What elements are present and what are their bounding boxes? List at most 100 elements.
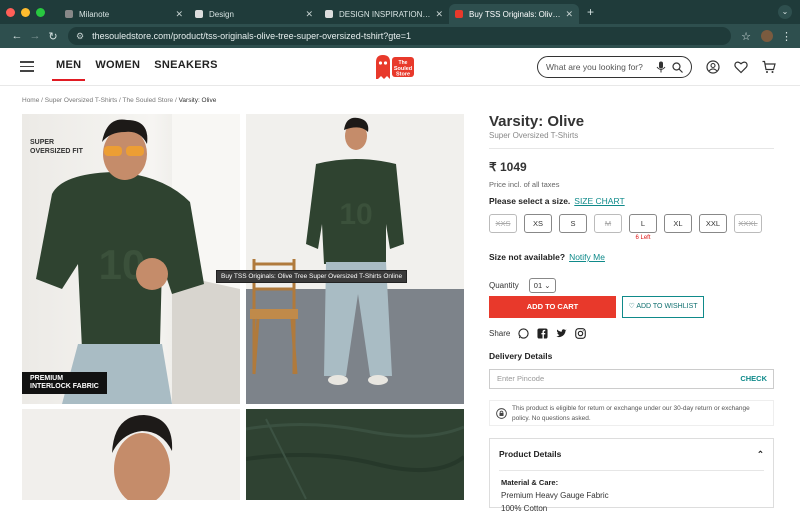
search-placeholder: What are you looking for? bbox=[546, 62, 643, 72]
product-image-3[interactable] bbox=[22, 409, 240, 500]
microphone-icon[interactable] bbox=[656, 61, 666, 73]
nav-men[interactable]: MEN bbox=[51, 59, 86, 81]
product-details-accordion[interactable]: Product Details ⌃ Material & Care: Premiu… bbox=[489, 438, 774, 513]
return-policy-note: This product is eligible for return or e… bbox=[489, 400, 774, 426]
material-label: Material & Care: bbox=[501, 478, 559, 487]
search-icon[interactable] bbox=[672, 61, 683, 73]
model-front-illustration: 10 bbox=[36, 114, 240, 404]
product-image-1[interactable]: 10 SUPER OVERSIZED FIT PREMIUM INTERLOCK… bbox=[22, 114, 240, 404]
main-nav: MEN WOMEN SNEAKERS bbox=[51, 59, 218, 81]
size-xxs[interactable]: XXS bbox=[489, 214, 517, 233]
model-side-illustration bbox=[112, 415, 173, 500]
size-xl[interactable]: XL bbox=[664, 214, 692, 233]
material-value-2: 100% Cotton bbox=[501, 504, 548, 513]
size-l[interactable]: L 6 Left bbox=[629, 214, 657, 241]
product-details-header[interactable]: Product Details ⌃ bbox=[490, 439, 773, 470]
forward-arrow-icon[interactable]: → bbox=[26, 30, 44, 42]
size-xs[interactable]: XS bbox=[524, 214, 552, 233]
size-l-label: L bbox=[640, 219, 646, 228]
hamburger-menu-icon[interactable] bbox=[20, 58, 34, 75]
size-xxl[interactable]: XXL bbox=[699, 214, 727, 233]
souled-store-favicon-icon bbox=[455, 10, 463, 18]
cart-icon[interactable] bbox=[762, 60, 776, 74]
maximize-window-button[interactable] bbox=[36, 7, 45, 17]
wishlist-heart-icon[interactable] bbox=[734, 60, 748, 74]
quantity-select[interactable]: 01 ⌄ bbox=[528, 278, 556, 293]
return-policy-text: This product is eligible for return or e… bbox=[512, 405, 750, 422]
product-details-title: Product Details bbox=[499, 449, 562, 459]
browser-tab[interactable]: Milanote ✕ bbox=[59, 4, 189, 24]
url-field[interactable]: ⚙ thesouledstore.com/product/tss-origina… bbox=[68, 27, 732, 45]
breadcrumb-links[interactable]: Home / Super Oversized T-Shirts / The So… bbox=[22, 97, 179, 104]
svg-text:10: 10 bbox=[339, 198, 372, 231]
close-tab-icon[interactable]: ✕ bbox=[305, 9, 313, 20]
search-input[interactable]: What are you looking for? bbox=[537, 56, 692, 78]
nav-women[interactable]: WOMEN bbox=[95, 59, 140, 75]
notify-me-link[interactable]: Notify Me bbox=[569, 252, 605, 262]
bookmark-star-icon[interactable]: ☆ bbox=[741, 30, 751, 43]
back-arrow-icon[interactable]: ← bbox=[8, 30, 26, 42]
site-settings-icon[interactable]: ⚙ bbox=[76, 31, 84, 42]
share-label: Share bbox=[489, 329, 511, 338]
size-header: Please select a size. SIZE CHART bbox=[489, 196, 625, 206]
notion-favicon-icon bbox=[325, 10, 333, 18]
chevron-down-icon: ⌄ bbox=[544, 281, 551, 290]
facebook-icon[interactable] bbox=[537, 328, 548, 339]
user-account-icon[interactable] bbox=[706, 60, 720, 74]
reload-icon[interactable]: ↻ bbox=[44, 30, 62, 43]
size-s[interactable]: S bbox=[559, 214, 587, 233]
size-prompt: Please select a size. bbox=[489, 196, 571, 206]
heart-icon: ♡ bbox=[628, 303, 635, 310]
site-header: MEN WOMEN SNEAKERS The Souled Store What… bbox=[0, 48, 800, 86]
lock-return-icon bbox=[496, 408, 507, 419]
profile-avatar[interactable] bbox=[761, 30, 773, 42]
browser-tab-active[interactable]: Buy TSS Originals: Olive Tree✕ bbox=[449, 4, 579, 24]
material-value: Premium Heavy Gauge Fabric bbox=[501, 491, 609, 500]
browser-tab-bar: Milanote✕ Design✕ DESIGN INSPIRATION | P… bbox=[0, 0, 800, 24]
browser-tab[interactable]: Design ✕ bbox=[189, 4, 319, 24]
product-image-4[interactable] bbox=[246, 409, 464, 500]
tab-search-icon[interactable]: ⌄ bbox=[778, 5, 792, 19]
browser-tab[interactable]: DESIGN INSPIRATION | Playb✕ bbox=[319, 4, 449, 24]
window-controls bbox=[6, 7, 45, 17]
browser-menu-icon[interactable]: ⋮ bbox=[781, 30, 792, 43]
size-m[interactable]: M bbox=[594, 214, 622, 233]
size-selector: XXS XS S M L 6 Left XL XXL XXXL bbox=[489, 214, 762, 241]
oversized-fit-badge: SUPER OVERSIZED FIT bbox=[30, 139, 83, 155]
instagram-icon[interactable] bbox=[575, 328, 587, 339]
url-text: thesouledstore.com/product/tss-originals… bbox=[92, 31, 411, 41]
check-pincode-button[interactable]: CHECK bbox=[740, 370, 767, 388]
add-to-wishlist-button[interactable]: ♡ ADD TO WISHLIST bbox=[622, 296, 704, 318]
chevron-up-icon: ⌃ bbox=[756, 449, 764, 459]
quantity-label: Quantity bbox=[489, 281, 519, 290]
size-xxxl[interactable]: XXXL bbox=[734, 214, 762, 233]
nav-sneakers[interactable]: SNEAKERS bbox=[154, 59, 218, 75]
model-full-illustration: 10 bbox=[246, 114, 464, 404]
close-tab-icon[interactable]: ✕ bbox=[565, 9, 573, 20]
add-to-cart-button[interactable]: ADD TO CART bbox=[489, 296, 616, 318]
close-tab-icon[interactable]: ✕ bbox=[175, 9, 183, 20]
product-image-2[interactable]: 10 bbox=[246, 114, 464, 404]
quantity-value: 01 bbox=[533, 281, 543, 290]
milanote-favicon-icon bbox=[65, 10, 73, 18]
breadcrumb: Home / Super Oversized T-Shirts / The So… bbox=[22, 97, 216, 104]
delivery-details-heading: Delivery Details bbox=[489, 351, 553, 361]
pincode-input[interactable]: Enter Pincode CHECK bbox=[489, 369, 774, 389]
breadcrumb-current: Varsity: Olive bbox=[178, 97, 217, 104]
size-not-available: Size not available? Notify Me bbox=[489, 252, 605, 262]
fabric-closeup-illustration bbox=[246, 418, 464, 500]
whatsapp-icon[interactable] bbox=[518, 328, 529, 339]
interlock-fabric-badge: PREMIUM INTERLOCK FABRIC bbox=[22, 372, 107, 394]
product-price: ₹ 1049 bbox=[489, 160, 527, 174]
close-tab-icon[interactable]: ✕ bbox=[435, 9, 443, 20]
svg-text:Store: Store bbox=[396, 72, 410, 78]
share-row: Share bbox=[489, 328, 587, 339]
twitter-icon[interactable] bbox=[556, 328, 567, 339]
new-tab-icon[interactable]: + bbox=[587, 5, 594, 19]
souled-store-logo[interactable]: The Souled Store bbox=[372, 53, 416, 81]
product-subtitle: Super Oversized T-Shirts bbox=[489, 131, 579, 140]
divider bbox=[489, 148, 774, 149]
minimize-window-button[interactable] bbox=[21, 7, 30, 17]
size-chart-link[interactable]: SIZE CHART bbox=[574, 196, 624, 206]
close-window-button[interactable] bbox=[6, 7, 15, 17]
